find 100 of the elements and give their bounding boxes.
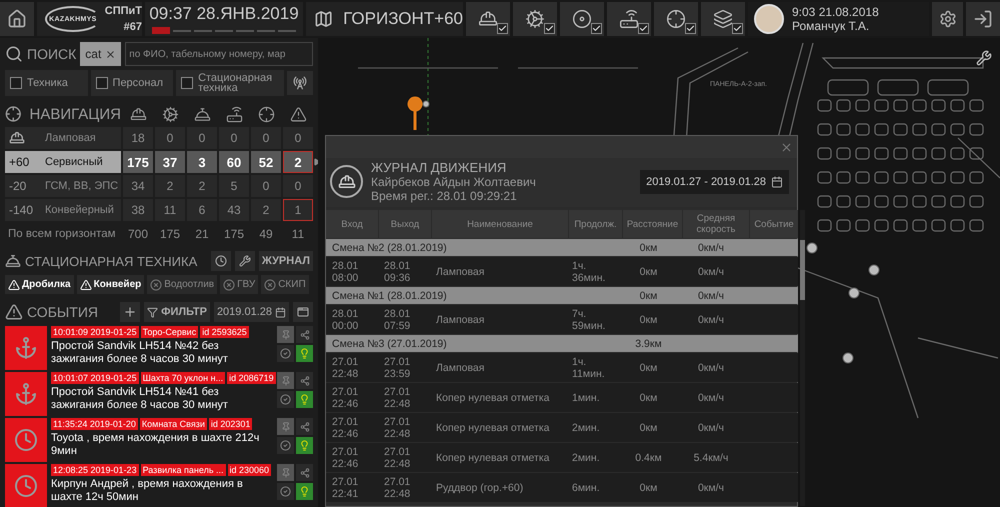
share-button[interactable] <box>296 418 313 435</box>
table-cell-text: 0км/ч <box>696 362 726 374</box>
layer-toggle[interactable] <box>466 2 510 36</box>
horizon-row-label[interactable]: -20 ГСМ, ВВ, ЭПС <box>5 175 121 197</box>
column-header[interactable]: Событие <box>750 210 798 238</box>
lightbulb-button[interactable] <box>296 437 313 454</box>
layers-icon <box>713 9 733 29</box>
layer-toggle[interactable] <box>701 2 745 36</box>
table-cell-text: 0км/ч <box>696 266 726 278</box>
equipment-chip[interactable]: СКИП <box>261 275 309 294</box>
count-cell: 60 <box>219 151 249 173</box>
column-header[interactable]: Наименование <box>432 210 568 238</box>
confirm-button[interactable] <box>277 437 294 454</box>
window-button[interactable] <box>293 302 313 322</box>
lightbulb-button[interactable] <box>296 345 313 362</box>
share-button[interactable] <box>296 372 313 389</box>
check-icon <box>592 24 601 33</box>
confirm-button[interactable] <box>277 391 294 408</box>
table-cell-text: 2мин. <box>571 452 601 464</box>
calendar-icon <box>275 306 286 318</box>
antenna-button[interactable] <box>286 71 313 95</box>
count-cell: 43 <box>219 199 249 221</box>
add-button[interactable] <box>120 302 140 322</box>
home-button[interactable] <box>0 2 34 36</box>
events-title: СОБЫТИЯ <box>27 304 98 320</box>
lightbulb-button[interactable] <box>296 391 313 408</box>
horizon-name: Сервисный <box>45 156 103 168</box>
horizon-name: ГСМ, ВВ, ЭПС <box>45 180 118 192</box>
count-cell: 11 <box>155 199 185 221</box>
filter-toggle[interactable]: Персонал <box>90 70 174 96</box>
checkbox[interactable] <box>497 23 508 34</box>
filter-toggle[interactable]: Техника <box>5 70 88 96</box>
close-icon[interactable] <box>780 140 793 154</box>
confirm-button[interactable] <box>277 483 294 500</box>
history-button[interactable] <box>210 251 231 271</box>
bell-icon <box>5 253 21 269</box>
checkbox[interactable] <box>638 23 649 34</box>
date-picker[interactable]: 2019.01.28 <box>214 302 289 322</box>
total-count: 175 <box>158 227 182 241</box>
filter-chip[interactable]: cat <box>80 42 122 66</box>
column-header[interactable]: Расстояние <box>623 210 682 238</box>
table-cell-text: 28.01 07:59 <box>383 308 412 332</box>
check-circle-icon <box>280 440 291 451</box>
horizon-row-label[interactable]: +60 Сервисный <box>5 151 121 173</box>
check-circle-icon <box>280 348 291 359</box>
horizon-row-label[interactable]: -140 Конвейерный <box>5 199 121 221</box>
checkbox[interactable] <box>10 77 22 89</box>
count-cell: 0 <box>283 127 313 149</box>
checkbox[interactable] <box>732 23 743 34</box>
unit-number: #67 <box>124 21 142 33</box>
horizon-level: +60 <box>8 155 30 169</box>
registration-time: Время рег.: 28.01 09:29:21 <box>371 189 517 203</box>
checkbox[interactable] <box>96 77 108 89</box>
tools-button[interactable] <box>234 251 255 271</box>
settings-button[interactable] <box>932 2 963 36</box>
event-time-tag: 11:35:24 2019-01-20 <box>51 418 138 430</box>
crosshair-icon <box>258 106 274 122</box>
equipment-label: СКИП <box>278 279 306 290</box>
table-cell-text: Ламповая <box>435 266 486 278</box>
checkbox[interactable] <box>181 77 194 89</box>
column-header[interactable]: Средняя скорость <box>683 210 749 238</box>
gear-icon <box>162 106 178 122</box>
column-header[interactable]: Продолж. <box>569 210 622 238</box>
layer-toggle[interactable] <box>513 2 557 36</box>
checkbox[interactable] <box>685 23 696 34</box>
horizon-name: Конвейерный <box>45 204 114 216</box>
table-cell-text: 0км <box>638 290 658 302</box>
column-header[interactable]: Вход <box>326 210 378 238</box>
event-id-tag: id 2593625 <box>200 326 249 338</box>
search-field[interactable]: по ФИО, табельному номеру, мар <box>125 42 313 66</box>
confirm-button[interactable] <box>277 345 294 362</box>
journal-button[interactable]: ЖУРНАЛ <box>258 251 313 271</box>
filter-button[interactable]: ФИЛЬТР <box>144 302 210 322</box>
layer-toggle[interactable] <box>654 2 698 36</box>
scrollbar[interactable] <box>800 210 805 506</box>
logout-button[interactable] <box>966 2 1000 36</box>
table-cell-text: 1ч. 36мин. <box>571 260 606 284</box>
filter-toggle[interactable]: Стационарная техника <box>176 70 284 96</box>
equipment-chip[interactable]: Водоотлив <box>147 275 218 294</box>
filter-icon <box>147 306 158 318</box>
equipment-chip[interactable]: ГВУ <box>220 275 258 294</box>
share-button[interactable] <box>296 464 313 481</box>
share-icon <box>300 330 310 340</box>
layer-toggle[interactable] <box>560 2 604 36</box>
column-header[interactable]: Выход <box>379 210 431 238</box>
table-cell-text: 0км/ч <box>696 314 726 326</box>
tools-icon[interactable] <box>976 50 992 66</box>
equipment-chip[interactable]: Дробилка <box>5 275 74 294</box>
checkbox[interactable] <box>544 23 555 34</box>
event-text: Простой Sandvik LH514 №42 без зажигания более 8 часов 30 минут <box>51 340 229 366</box>
horizon-row-label[interactable]: Ламповая <box>5 127 121 149</box>
share-button[interactable] <box>296 326 313 343</box>
event-id-tag: id 2086719 <box>227 372 276 384</box>
layer-toggle[interactable] <box>607 2 651 36</box>
lightbulb-button[interactable] <box>296 483 313 500</box>
clock-icon <box>14 428 38 452</box>
date-range-picker[interactable]: 2019.01.27 - 2019.01.28 <box>640 170 789 194</box>
close-icon[interactable] <box>105 48 116 60</box>
equipment-chip[interactable]: Конвейер <box>76 275 144 294</box>
checkbox[interactable] <box>591 23 602 34</box>
